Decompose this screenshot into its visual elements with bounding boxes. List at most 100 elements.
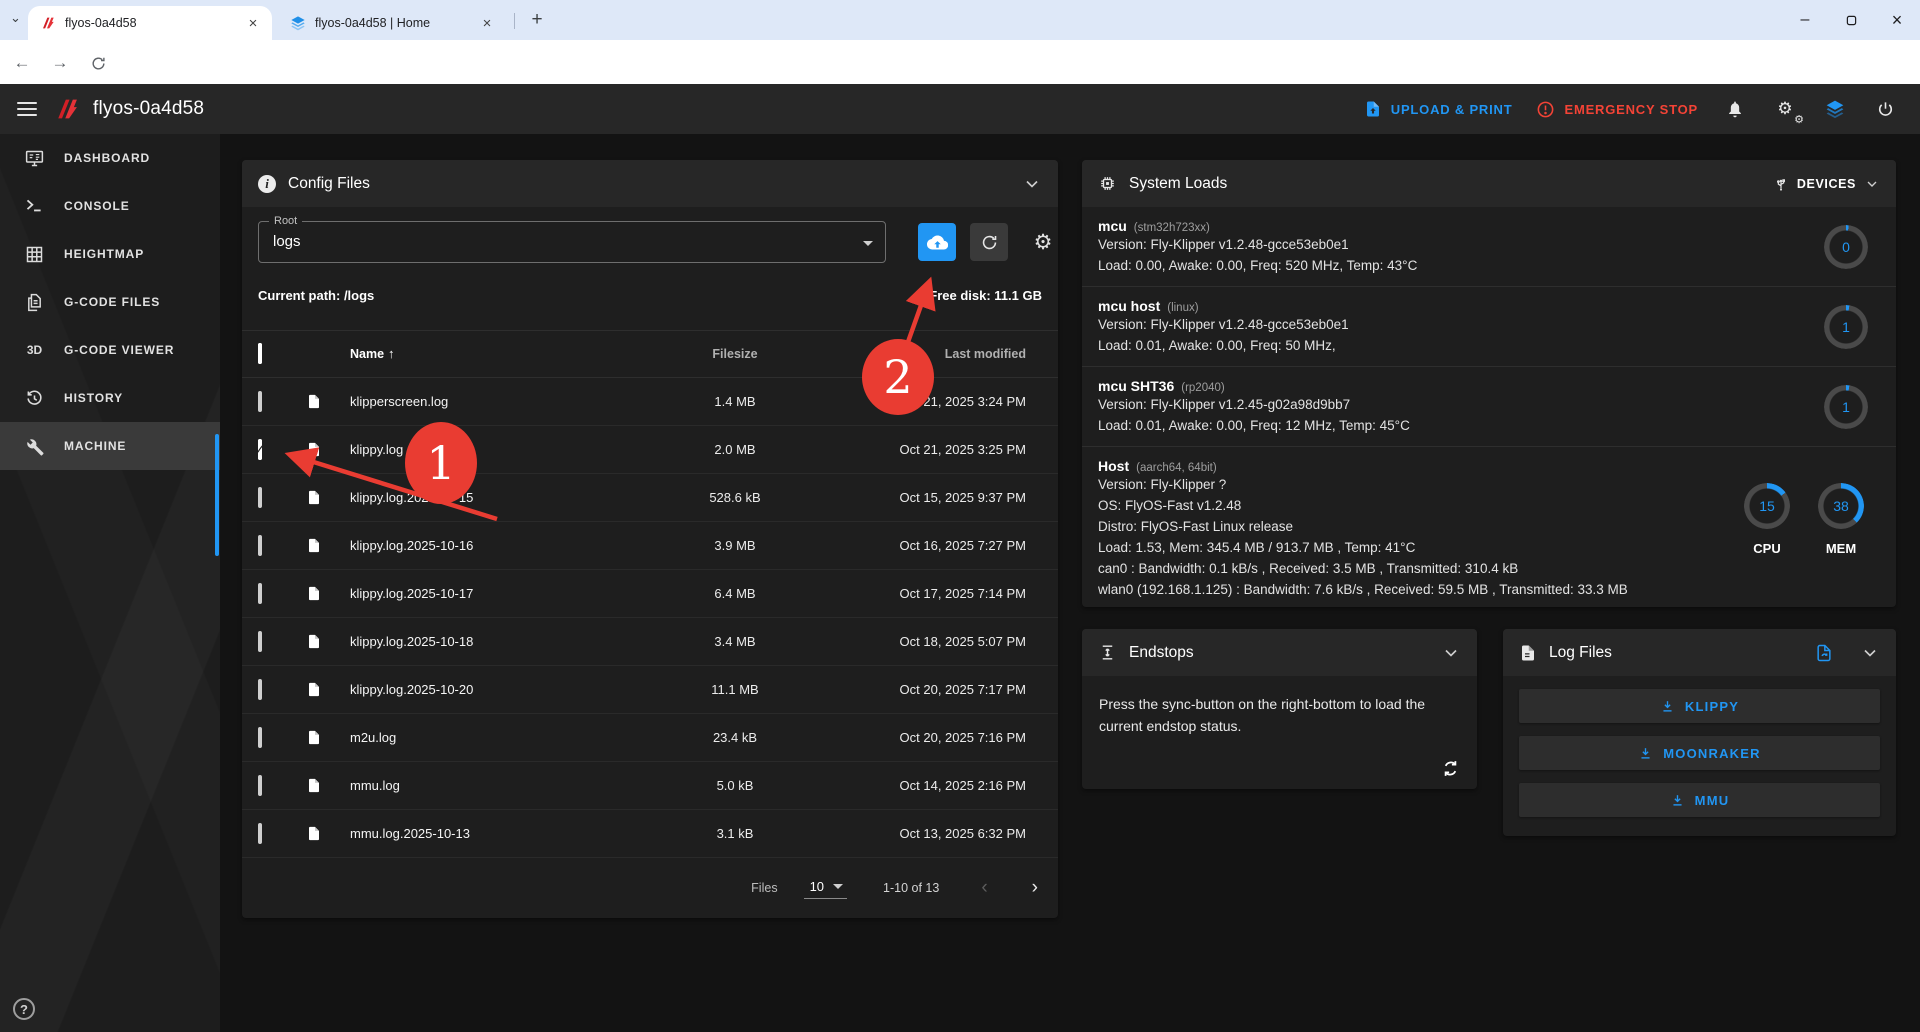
file-icon (306, 584, 322, 603)
devices-button[interactable]: DEVICES (1773, 176, 1880, 192)
settings-cogs-icon[interactable]: ⚙⚙ (1772, 96, 1798, 122)
window-maximize-button[interactable] (1828, 0, 1874, 40)
endstops-header[interactable]: Endstops (1082, 629, 1477, 676)
root-select[interactable]: Root logs (258, 221, 886, 263)
devices-label: DEVICES (1797, 177, 1856, 191)
tab-close-icon[interactable]: × (478, 14, 496, 32)
sidebar-item-history[interactable]: HISTORY (0, 374, 220, 422)
row-checkbox[interactable] (258, 535, 262, 556)
browser-tab-active[interactable]: flyos-0a4d58 × (28, 6, 272, 40)
refresh-button[interactable] (970, 223, 1008, 261)
emergency-stop-label: EMERGENCY STOP (1564, 102, 1698, 117)
table-row[interactable]: klippy.log 2.0 MB Oct 21, 2025 3:25 PM (242, 426, 1058, 474)
chevron-down-icon[interactable] (1860, 643, 1880, 663)
forward-icon[interactable]: → (48, 51, 72, 75)
panel-title: Config Files (288, 175, 370, 193)
window-minimize-button[interactable]: – (1782, 0, 1828, 40)
sidebar-item-machine[interactable]: MACHINE (0, 422, 220, 470)
browser-address-bar: ← → ⚠ Not secure 192.168.1.125/m/#/confi… (0, 40, 1920, 84)
column-header-filesize[interactable]: Filesize (650, 347, 820, 361)
previous-page-icon[interactable]: ‹ (981, 877, 987, 899)
pagination-range: 1-10 of 13 (883, 881, 939, 895)
sidebar-item-gcode-files[interactable]: G-CODE FILES (0, 278, 220, 326)
row-checkbox[interactable] (258, 727, 262, 748)
host-can0: can0 : Bandwidth: 0.1 kB/s , Received: 3… (1098, 558, 1676, 579)
console-icon (24, 196, 45, 217)
next-page-icon[interactable]: › (1032, 877, 1038, 899)
log-files-header[interactable]: Log Files (1503, 629, 1896, 676)
settings-gear-button[interactable]: ⚙ (1024, 223, 1062, 261)
download-mmu-button[interactable]: MMU (1519, 783, 1880, 817)
row-checkbox[interactable] (258, 823, 262, 844)
sidebar-item-console[interactable]: CONSOLE (0, 182, 220, 230)
file-sync-icon[interactable] (1814, 643, 1834, 663)
browser-tab-inactive[interactable]: flyos-0a4d58 | Home × (278, 6, 506, 40)
system-loads-header[interactable]: System Loads DEVICES (1082, 160, 1896, 207)
chevron-down-icon[interactable] (1441, 643, 1461, 663)
row-checkbox[interactable] (258, 631, 262, 652)
tab-search-icon[interactable]: ⌄ (10, 10, 21, 26)
sidebar-item-dashboard[interactable]: DASHBOARD (0, 134, 220, 182)
tab-divider (514, 13, 515, 29)
table-row[interactable]: klippy.log.2025-10-20 11.1 MB Oct 20, 20… (242, 666, 1058, 714)
notifications-bell-icon[interactable] (1722, 96, 1748, 122)
table-row[interactable]: klippy.log.2025-10-16 3.9 MB Oct 16, 202… (242, 522, 1058, 570)
window-close-button[interactable]: × (1874, 0, 1920, 40)
upload-cloud-button[interactable] (918, 223, 956, 261)
download-moonraker-button[interactable]: MOONRAKER (1519, 736, 1880, 770)
download-klippy-button[interactable]: KLIPPY (1519, 689, 1880, 723)
sidebar-scrollbar[interactable] (215, 434, 219, 556)
table-row[interactable]: m2u.log 23.4 kB Oct 20, 2025 7:16 PM (242, 714, 1058, 762)
power-icon[interactable] (1872, 96, 1898, 122)
table-row[interactable]: klippy.log.2025-10-17 6.4 MB Oct 17, 202… (242, 570, 1058, 618)
row-checkbox[interactable] (258, 391, 262, 412)
fluidd-layers-icon[interactable] (1822, 96, 1848, 122)
mcu-section: mcu(stm32h723xx) Version: Fly-Klipper v1… (1082, 207, 1896, 287)
tab-close-icon[interactable]: × (244, 14, 262, 32)
mcu-name: mcu host (1098, 298, 1160, 314)
refresh-icon (980, 233, 999, 252)
host-os: OS: FlyOS-Fast v1.2.48 (1098, 495, 1676, 516)
table-row[interactable]: mmu.log 5.0 kB Oct 14, 2025 2:16 PM (242, 762, 1058, 810)
menu-hamburger-icon[interactable] (17, 102, 37, 116)
table-row[interactable]: klippy.log.2025-10-18 3.4 MB Oct 18, 202… (242, 618, 1058, 666)
reload-icon[interactable] (86, 51, 110, 75)
row-checkbox[interactable] (258, 775, 262, 796)
host-wlan0: wlan0 (192.168.1.125) : Bandwidth: 7.6 k… (1098, 579, 1676, 600)
row-checkbox[interactable] (258, 679, 262, 700)
row-checkbox[interactable] (258, 439, 262, 460)
row-checkbox[interactable] (258, 583, 262, 604)
flyos-logo[interactable] (53, 95, 81, 123)
column-header-name[interactable]: Name↑ (350, 345, 650, 363)
file-name: klippy.log.2025-10-18 (350, 634, 650, 649)
chevron-down-icon[interactable] (1022, 174, 1042, 194)
mem-gauge-label: MEM (1826, 541, 1856, 556)
table-row[interactable]: klippy.log.2025-10-15 528.6 kB Oct 15, 2… (242, 474, 1058, 522)
fluidd-favicon (290, 15, 306, 31)
file-modified: Oct 21, 2025 3:24 PM (820, 394, 1042, 409)
sidebar-item-heightmap[interactable]: HEIGHTMAP (0, 230, 220, 278)
file-size: 528.6 kB (650, 490, 820, 505)
back-icon[interactable]: ← (10, 51, 34, 75)
file-size: 3.4 MB (650, 634, 820, 649)
emergency-stop-button[interactable]: EMERGENCY STOP (1536, 100, 1698, 119)
mcu-load: Load: 0.01, Awake: 0.00, Freq: 50 MHz, (1098, 335, 1776, 356)
file-modified: Oct 14, 2025 2:16 PM (820, 778, 1042, 793)
file-name: klippy.log.2025-10-20 (350, 682, 650, 697)
table-row[interactable]: klipperscreen.log 1.4 MB Oct 21, 2025 3:… (242, 378, 1058, 426)
select-all-checkbox[interactable] (258, 343, 262, 364)
heightmap-grid-icon (24, 244, 45, 265)
row-checkbox[interactable] (258, 487, 262, 508)
select-caret-icon (833, 884, 843, 889)
mcu-chip: (linux) (1167, 302, 1198, 314)
help-icon[interactable]: ? (13, 998, 35, 1020)
new-tab-button[interactable]: + (524, 7, 550, 33)
column-header-last-modified[interactable]: Last modified (820, 347, 1042, 361)
table-row[interactable]: mmu.log.2025-10-13 3.1 kB Oct 13, 2025 6… (242, 810, 1058, 858)
upload-print-button[interactable]: UPLOAD & PRINT (1364, 100, 1513, 118)
sidebar-item-gcode-viewer[interactable]: 3D G-CODE VIEWER (0, 326, 220, 374)
config-files-header[interactable]: i Config Files (242, 160, 1058, 207)
file-size: 3.1 kB (650, 826, 820, 841)
endstops-sync-button[interactable] (1440, 758, 1461, 779)
per-page-select[interactable]: 10 (804, 877, 847, 899)
